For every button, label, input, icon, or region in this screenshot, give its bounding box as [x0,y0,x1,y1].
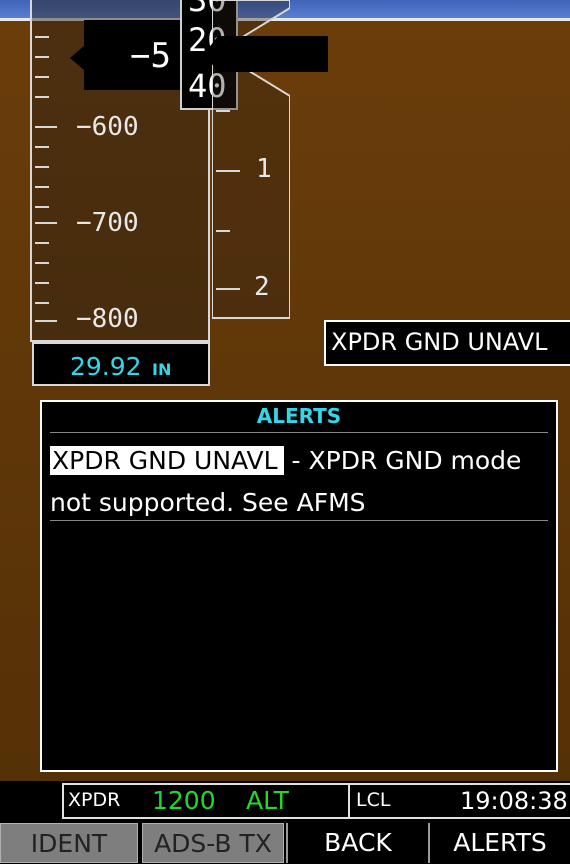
baro-setting[interactable]: 29.92 IN [32,342,210,386]
time-label: LCL [356,789,391,811]
xpdr-mode: ALT [246,786,289,815]
baro-value: 29.92 [70,352,142,381]
altitude-pointer [70,46,84,70]
alerts-divider [50,520,548,521]
pfd-screen: −600 −700 −800 −5 30 20 40 29.92 IN 1 2 … [0,0,570,864]
alt-tick [35,96,49,98]
vs-tick [216,110,230,112]
vs-tick [216,230,230,232]
alert-tag: XPDR GND UNAVL [50,446,284,475]
vs-tick-major [216,288,240,290]
alt-label-800: −800 [76,304,139,334]
alt-tick [35,206,49,208]
baro-unit: IN [152,360,172,379]
alerts-divider [50,432,548,433]
alt-tick-major [35,222,57,224]
altitude-thousands: −5 [130,36,171,76]
vertical-speed-pointer [204,36,328,72]
alt-label-600: −600 [76,112,139,142]
alt-tick [35,36,49,38]
vs-label-2: 2 [254,272,270,302]
alt-tick [35,76,49,78]
alt-label-700: −700 [76,208,139,238]
softkey-adsb-tx[interactable]: ADS-B TX [142,823,284,863]
softkey-ident[interactable]: IDENT [0,823,138,863]
alt-tick [35,166,49,168]
alt-tick-major [35,126,57,128]
altitude-readout: −5 [70,20,184,90]
alerts-window: ALERTS XPDR GND UNAVL - XPDR GND mode no… [40,400,558,772]
time-value: 19:08:38 [460,787,568,815]
alt-tick [35,262,49,264]
softkey-alerts[interactable]: ALERTS [428,823,570,863]
alerts-title: ALERTS [256,404,342,428]
squawk-code: 1200 [152,786,216,815]
alert-item: XPDR GND UNAVL - XPDR GND mode not suppo… [50,440,546,524]
alt-tick [35,146,49,148]
alt-tick [35,56,49,58]
status-bar: XPDR 1200 ALT LCL 19:08:38 [0,781,570,821]
vs-label-1: 1 [256,154,272,184]
alt-tick-major [35,320,57,322]
vs-tick-major [216,170,240,172]
softkey-bar: IDENT ADS-B TX BACK ALERTS [0,821,570,864]
xpdr-label: XPDR [68,789,121,811]
annunciation-box: XPDR GND UNAVL [324,320,570,366]
altitude-tape: −600 −700 −800 −5 30 20 40 [30,0,238,342]
alt-tick [35,186,49,188]
softkey-back[interactable]: BACK [286,823,428,863]
alt-tick [35,242,49,244]
alt-tick [35,282,49,284]
alt-tick [35,302,49,304]
